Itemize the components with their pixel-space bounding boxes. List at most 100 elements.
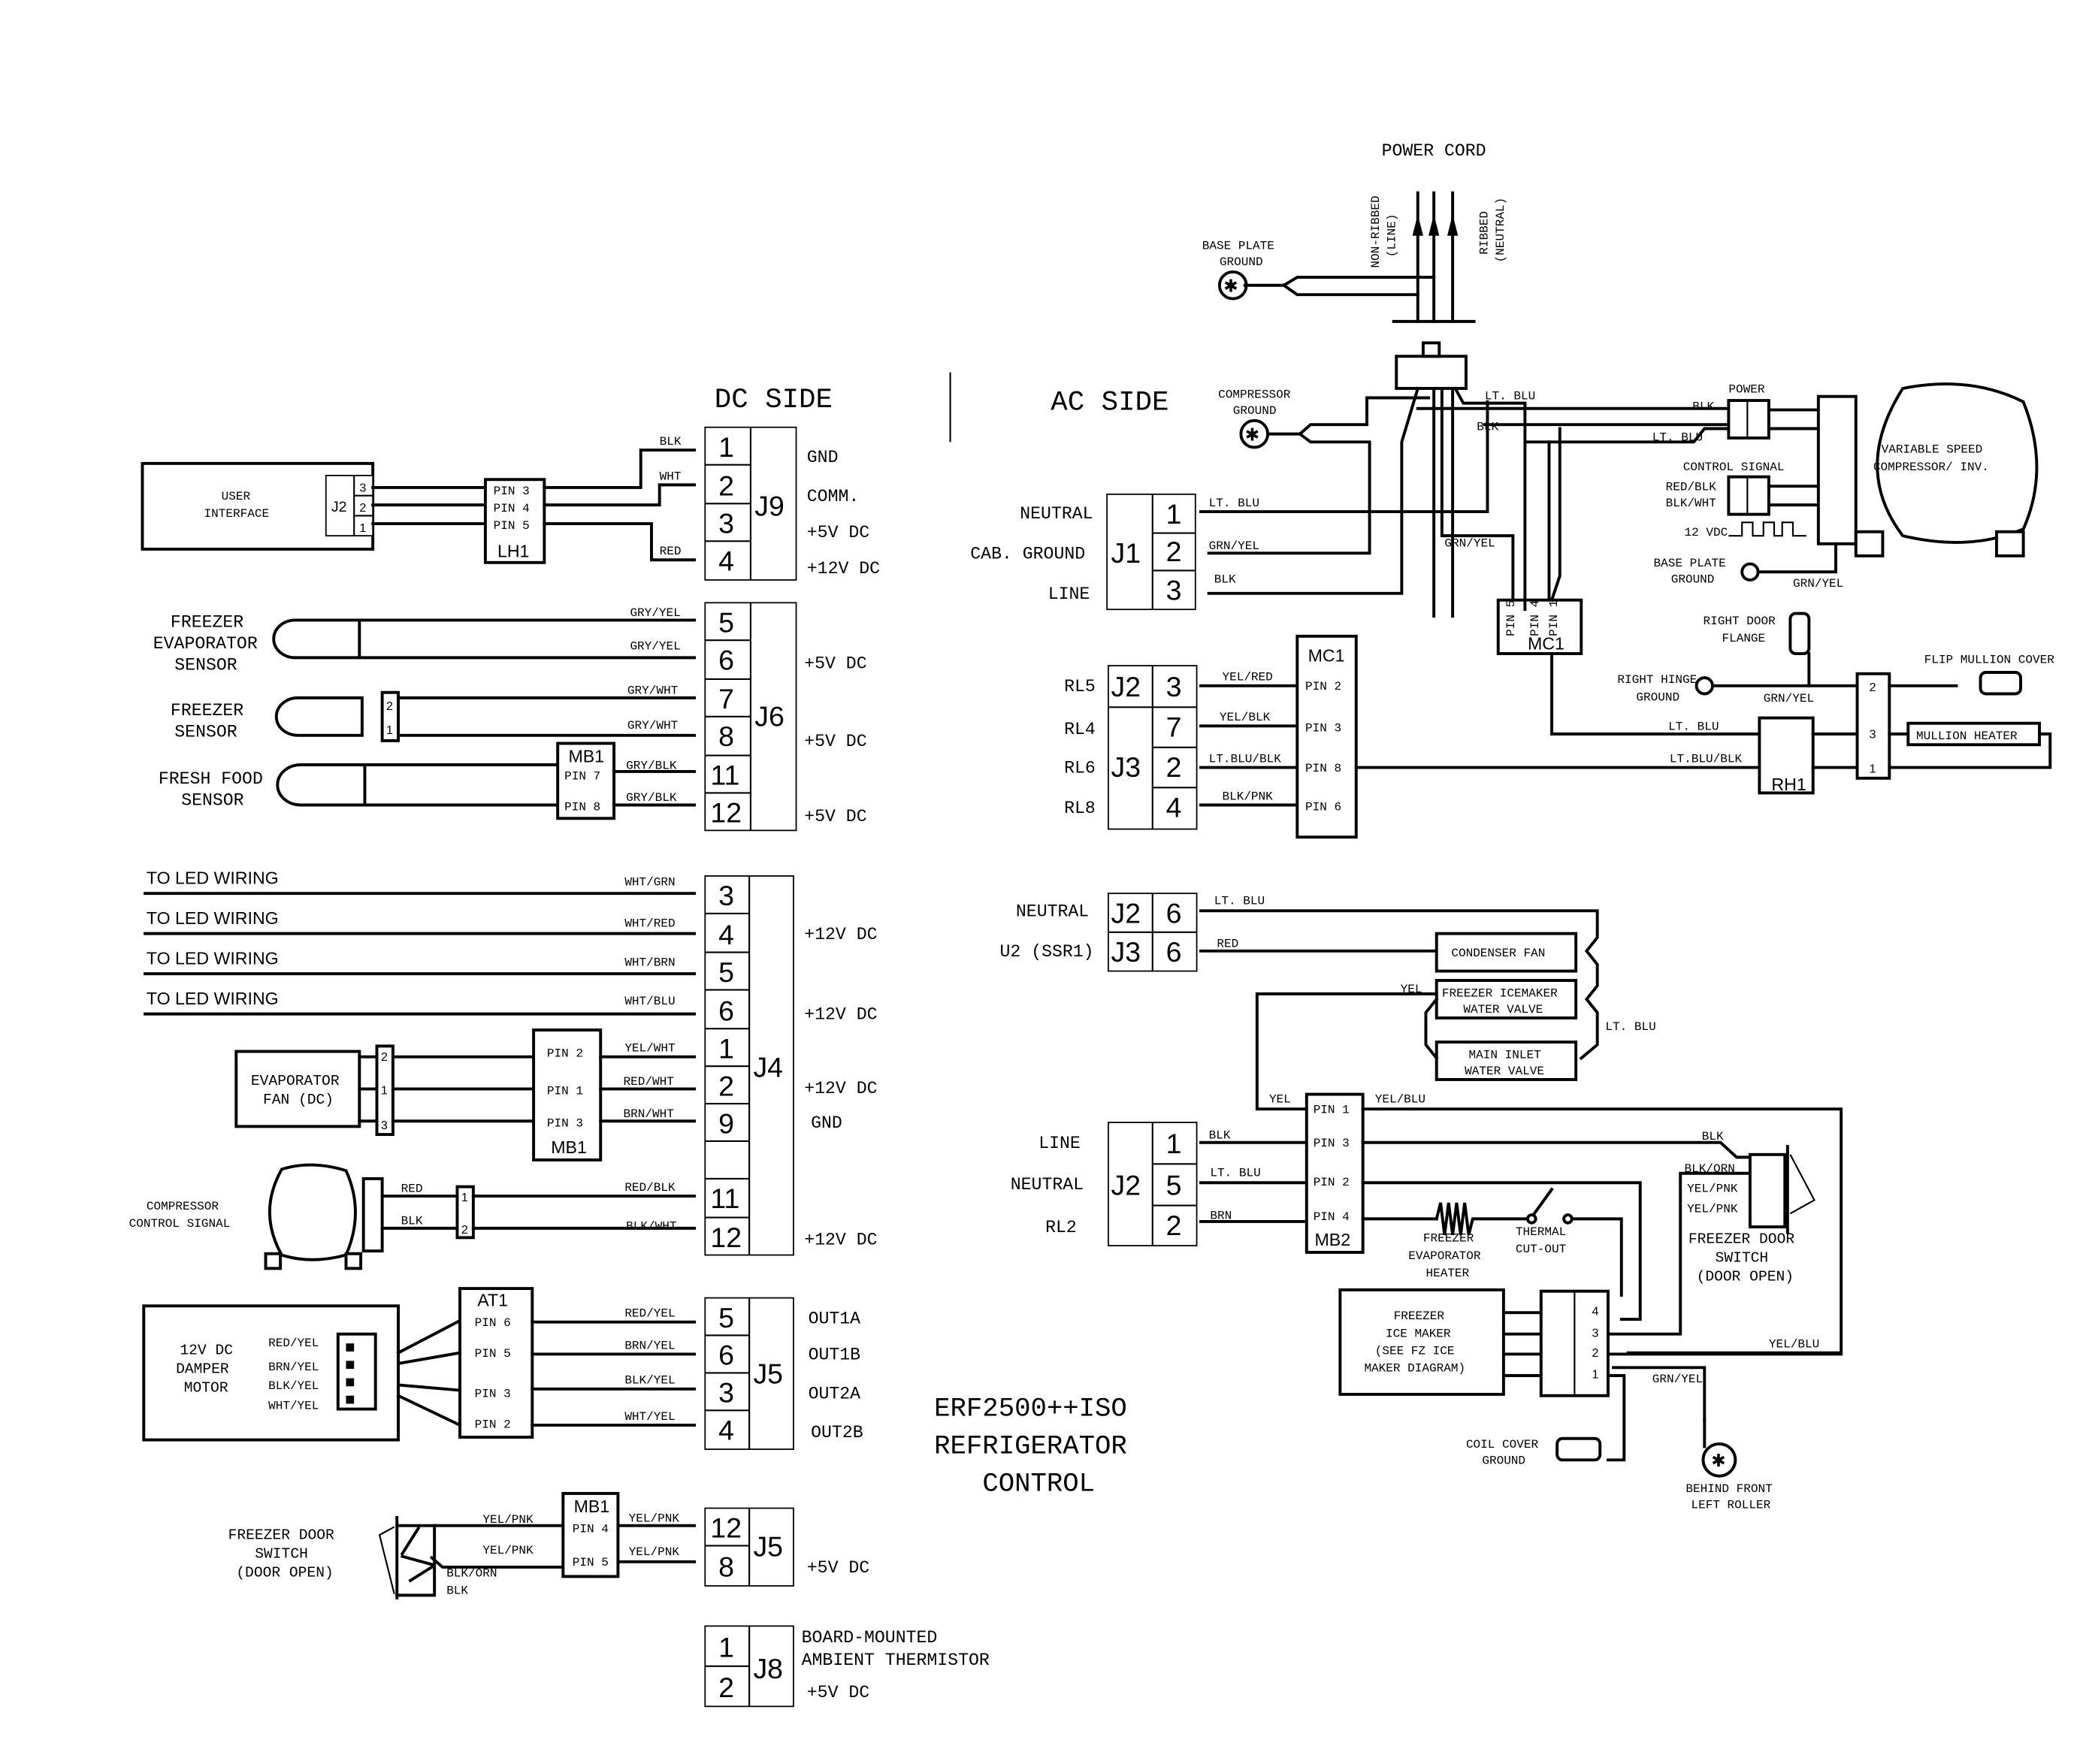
signal-label: GND: [807, 448, 839, 467]
flange-label: RIGHT DOOR: [1704, 615, 1776, 628]
freezer-door-switch-dc: FREEZER DOOR SWITCH (DOOR OPEN) YEL/PNK …: [228, 1491, 696, 1599]
signal-label: +12V DC: [804, 1005, 877, 1025]
pin: 2: [1870, 681, 1876, 694]
signal-label: OUT2A: [809, 1384, 861, 1403]
wire-label: BRN/YEL: [268, 1361, 319, 1374]
power-cord-title: POWER CORD: [1382, 141, 1486, 161]
wire-label: BLK: [1692, 400, 1714, 414]
signal-label: +5V DC: [807, 1558, 869, 1578]
coil-ground-label: GROUND: [1482, 1454, 1525, 1468]
harness-label: LH1: [497, 542, 529, 561]
sensors: FREEZER EVAPORATOR SENSOR GRY/YEL GRY/YE…: [153, 606, 696, 820]
damper-label: MOTOR: [184, 1379, 228, 1396]
pin: PIN 1: [1547, 600, 1561, 636]
pin: 3: [1592, 1326, 1599, 1340]
wire-label: YEL/BLK: [1220, 711, 1271, 724]
j1-label: CAB. GROUND: [970, 544, 1085, 563]
pin: 5: [718, 956, 734, 988]
pin: 1: [718, 431, 734, 463]
pin: PIN 7: [564, 770, 600, 784]
flange-label: FLANGE: [1722, 632, 1765, 645]
connector-name: J5: [753, 1358, 783, 1390]
comp-label: CONTROL SIGNAL: [129, 1217, 231, 1231]
pwm-label: 12 VDC: [1685, 526, 1728, 539]
ground-label: BASE PLATE: [1654, 557, 1726, 570]
pin: PIN 5: [475, 1347, 511, 1361]
connector-j8: 1 2 J8: [704, 1625, 794, 1708]
pin: PIN 4: [494, 502, 530, 515]
valve-label: FREEZER ICEMAKER: [1442, 986, 1558, 1000]
wire-label: GRY/BLK: [626, 791, 677, 805]
wire-label: BRN/WHT: [624, 1107, 675, 1121]
hinge-label: GROUND: [1636, 690, 1679, 704]
pin: PIN 5: [494, 519, 530, 533]
pin: 2: [718, 1070, 734, 1101]
pin: 2: [1166, 536, 1182, 567]
pin: 6: [718, 995, 734, 1027]
wire-label: RED/YEL: [624, 1307, 675, 1321]
wire-label: LT. BLU: [1209, 497, 1259, 510]
wire-label: BLK: [446, 1584, 468, 1598]
led-label: TO LED WIRING: [147, 949, 279, 968]
signal-label: +12V DC: [804, 1230, 877, 1249]
wire-label: LT. BLU: [1485, 389, 1535, 403]
lh1-harness: PIN 3 PIN 4 PIN 5 LH1: [483, 478, 546, 564]
signal-label: +5V DC: [807, 523, 869, 542]
ice-maker-label: ICE MAKER: [1386, 1327, 1451, 1340]
connector-name: J5: [753, 1531, 783, 1563]
signal-label: GND: [811, 1113, 842, 1133]
wire-label: LT. BLU: [1214, 894, 1265, 908]
ground-label: COMPRESSOR: [1218, 388, 1291, 402]
connector-name: J4: [753, 1051, 783, 1083]
pin: 1: [461, 1191, 468, 1204]
pin: 12: [710, 797, 742, 829]
coil-ground-label: COIL COVER: [1466, 1438, 1539, 1451]
wire-label: GRY/YEL: [630, 640, 680, 654]
wire-label: BLK: [660, 435, 682, 449]
mc1-label: MC1: [1528, 634, 1565, 654]
pin: 3: [1166, 671, 1182, 702]
signal-label: OUT1B: [809, 1346, 861, 1365]
relay-label: RL5: [1064, 677, 1096, 696]
mb1-label: MB1: [551, 1137, 587, 1157]
signal-label: OUT1A: [809, 1309, 861, 1328]
pin: 2: [1592, 1346, 1599, 1360]
wire-label: RED/WHT: [624, 1075, 675, 1089]
fan-label: FAN (DC): [263, 1092, 334, 1108]
ground-label: GROUND: [1233, 404, 1277, 418]
connector-name: J2: [1111, 897, 1141, 929]
pin: 9: [718, 1107, 734, 1139]
wire-label: BLK: [401, 1215, 423, 1228]
mb2-name: MB2: [1314, 1230, 1350, 1249]
pin: 2: [386, 699, 393, 713]
pin: 1: [718, 1631, 734, 1663]
wire-label: YEL/BLU: [1769, 1338, 1819, 1352]
j1-label: LINE: [1048, 584, 1090, 604]
connector-j9: 1 2 3 4 J9: [704, 426, 797, 581]
pin: 3: [359, 481, 366, 494]
freezer-circuit: FREEZER EVAPORATOR HEATER THERMAL CUT-OU…: [1338, 1130, 1843, 1512]
pin: 1: [1870, 763, 1876, 776]
thermistor-label: AMBIENT THERMISTOR: [802, 1651, 990, 1670]
pin: PIN 2: [1314, 1176, 1350, 1189]
connector-name: J1: [1111, 537, 1141, 569]
pin: 1: [1166, 498, 1182, 530]
heater-label: MULLION HEATER: [1916, 729, 2018, 743]
ground-label: GROUND: [1220, 255, 1263, 269]
pin: 2: [381, 1050, 388, 1064]
wire-label: LT. BLU: [1210, 1166, 1260, 1180]
connector-j6: 5 6 7 8 11 12 J6: [704, 602, 797, 832]
wire-label: YEL: [1401, 983, 1422, 996]
mb1-label: MB1: [568, 746, 604, 766]
load-label: U2 (SSR1): [1000, 942, 1094, 962]
ui-connector-label: J2: [331, 499, 347, 515]
wire-label: RED/BLK: [1666, 481, 1717, 494]
wire-label: BLK/PNK: [1222, 790, 1273, 803]
pin: 7: [1166, 711, 1182, 743]
wire-label: YEL/PNK: [482, 1544, 534, 1557]
evaporator-fan: EVAPORATOR FAN (DC) 2 1 3 PIN 2 PIN 1 PI…: [234, 1028, 696, 1161]
wire-label: WHT/YEL: [624, 1410, 675, 1424]
wire-label: YEL: [1269, 1092, 1291, 1106]
wire-label: YEL/RED: [1222, 671, 1272, 684]
flip-cover-label: FLIP MULLION COVER: [1924, 654, 2055, 667]
